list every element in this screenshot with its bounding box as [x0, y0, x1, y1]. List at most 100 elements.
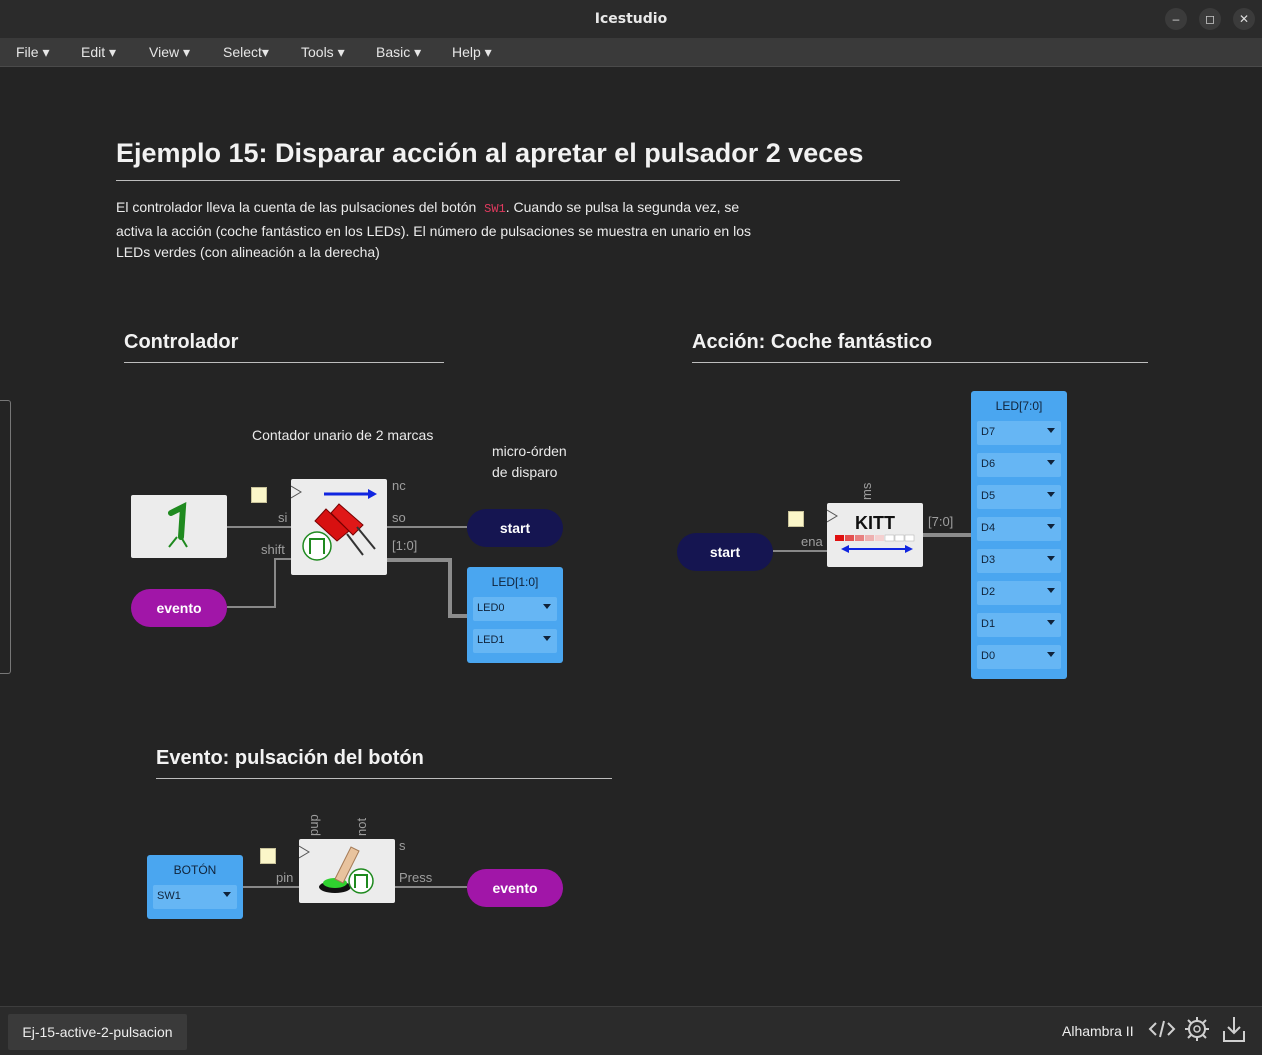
clock-input[interactable] [251, 487, 267, 503]
dropdown-arrow-icon [1047, 652, 1055, 657]
d1-select[interactable]: D1 [977, 613, 1061, 637]
board-name[interactable]: Alhambra II [1062, 1023, 1134, 1039]
port-bus: [1:0] [392, 538, 418, 553]
menu-edit[interactable]: Edit ▾ [81, 44, 116, 61]
close-icon[interactable]: ✕ [1233, 8, 1255, 30]
download-icon[interactable] [1222, 1015, 1246, 1049]
dropdown-arrow-icon [1047, 620, 1055, 625]
wire-bus-7-0 [923, 533, 971, 537]
led1-select[interactable]: LED1 [473, 629, 557, 653]
heading-controlador: Controlador [124, 331, 239, 353]
title-underline [116, 180, 900, 181]
wire-so [387, 526, 467, 528]
menu-select[interactable]: Select▾ [223, 44, 269, 61]
boton-block[interactable]: BOTÓN SW1 [147, 855, 243, 919]
collapsed-side-panel[interactable] [0, 400, 11, 674]
d2-select[interactable]: D2 [977, 581, 1061, 605]
dropdown-arrow-icon [1047, 556, 1055, 561]
port-si: si [278, 510, 288, 525]
code-icon[interactable] [1148, 1017, 1176, 1047]
wire-si [227, 526, 291, 528]
wire-shift [274, 558, 291, 560]
port-press: Press [399, 870, 433, 885]
port-nc: nc [392, 478, 406, 493]
dropdown-arrow-icon [1047, 524, 1055, 529]
kitt-block[interactable]: KITT [827, 503, 923, 567]
led-1-0-title: LED[1:0] [491, 575, 539, 589]
wire-bus-h2 [448, 614, 468, 618]
d7-select[interactable]: D7 [977, 421, 1061, 445]
evento-output-pill[interactable]: evento [467, 869, 563, 907]
port-pup: pup [306, 814, 321, 836]
led-7-0-title: LED[7:0] [995, 399, 1043, 413]
menu-help[interactable]: Help ▾ [452, 44, 492, 61]
constant-one-block[interactable] [131, 495, 227, 558]
dropdown-arrow-icon [1047, 428, 1055, 433]
kitt-label: KITT [855, 513, 895, 533]
menu-view[interactable]: View ▾ [149, 44, 190, 61]
start-output-pill[interactable]: start [467, 509, 563, 547]
minimize-icon[interactable]: – [1165, 8, 1187, 30]
button-press-block[interactable] [298, 839, 395, 903]
wire-press [395, 886, 467, 888]
port-not: not [354, 817, 369, 836]
port-s: s [399, 838, 406, 853]
boton-title: BOTÓN [173, 863, 217, 877]
sw1-select[interactable]: SW1 [153, 885, 237, 909]
d4-select[interactable]: D4 [977, 517, 1061, 541]
led-1-0-block[interactable]: LED[1:0] LED0 LED1 [467, 567, 563, 663]
clock-input[interactable] [788, 511, 804, 527]
comment-order-2: de disparo [492, 464, 558, 480]
window-title: Icestudio [594, 11, 668, 27]
heading-evento: Evento: pulsación del botón [156, 747, 424, 769]
port-ms: ms [859, 482, 874, 500]
wire-pin [243, 886, 299, 888]
menu-tools[interactable]: Tools ▾ [301, 44, 345, 61]
comment-counter: Contador unario de 2 marcas [252, 427, 434, 443]
code-sw1: SW1 [484, 202, 506, 216]
menu-basic[interactable]: Basic ▾ [376, 44, 421, 61]
maximize-icon[interactable]: ◻ [1199, 8, 1221, 30]
comment-order-1: micro-órden [492, 443, 567, 459]
status-bar: Ej-15-active-2-pulsacion Alhambra II [0, 1006, 1262, 1055]
heading-underline [124, 362, 444, 363]
dropdown-arrow-icon [223, 892, 231, 897]
d6-select[interactable]: D6 [977, 453, 1061, 477]
port-shift: shift [261, 542, 285, 557]
window-titlebar: Icestudio – ◻ ✕ [0, 0, 1262, 38]
menu-file[interactable]: File ▾ [16, 44, 49, 61]
wire-evento-v [274, 558, 276, 608]
pushpin-counter-icon [290, 485, 377, 561]
port-bus-7-0: [7:0] [928, 514, 954, 529]
heading-underline [692, 362, 1148, 363]
heading-accion: Acción: Coche fantástico [692, 331, 933, 353]
dropdown-arrow-icon [543, 636, 551, 641]
port-so: so [392, 510, 406, 525]
heading-underline [156, 778, 612, 779]
file-tab[interactable]: Ej-15-active-2-pulsacion [8, 1014, 187, 1050]
d5-select[interactable]: D5 [977, 485, 1061, 509]
wire-evento [227, 606, 275, 608]
led0-select[interactable]: LED0 [473, 597, 557, 621]
doc-title: Ejemplo 15: Disparar acción al apretar e… [116, 138, 864, 168]
start-input-pill[interactable]: start [677, 533, 773, 571]
wire-bus-h [387, 558, 450, 562]
evento-input-pill[interactable]: evento [131, 589, 227, 627]
finger-press-button-icon [298, 845, 374, 894]
dropdown-arrow-icon [1047, 588, 1055, 593]
wire-ena [773, 550, 827, 552]
port-ena: ena [801, 534, 823, 549]
counter-block[interactable] [290, 479, 387, 575]
clock-input[interactable] [260, 848, 276, 864]
dropdown-arrow-icon [1047, 460, 1055, 465]
settings-gear-icon[interactable] [1184, 1016, 1210, 1048]
menu-bar: File ▾ Edit ▾ View ▾ Select▾ Tools ▾ Bas… [0, 38, 1262, 67]
wire-bus-v [448, 558, 452, 618]
d0-select[interactable]: D0 [977, 645, 1061, 669]
d3-select[interactable]: D3 [977, 549, 1061, 573]
led-7-0-block[interactable]: LED[7:0] D7 D6 D5 D4 D3 D2 D1 D0 [971, 391, 1067, 679]
doc-description: El controlador lleva la cuenta de las pu… [116, 199, 752, 260]
dropdown-arrow-icon [543, 604, 551, 609]
number-one-icon [168, 501, 188, 548]
port-pin: pin [276, 870, 294, 885]
